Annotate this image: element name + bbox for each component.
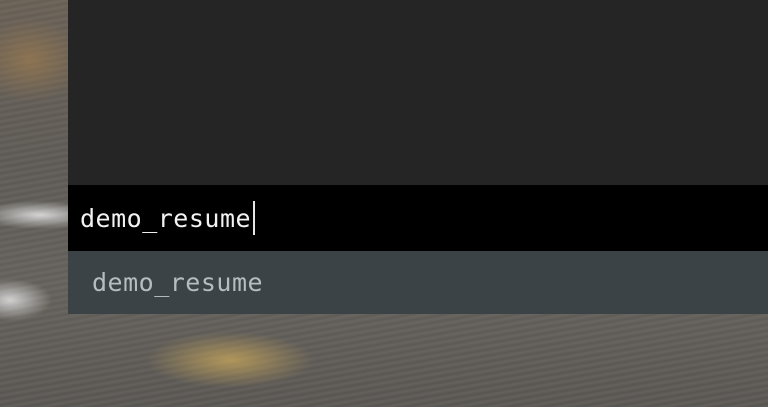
- console-input-field[interactable]: demo_resume: [68, 185, 768, 251]
- console-output-area: [68, 0, 768, 185]
- console-input-text: demo_resume: [80, 203, 252, 233]
- text-caret: [253, 201, 256, 235]
- developer-console: demo_resume demo_resume: [68, 0, 768, 314]
- autocomplete-suggestion[interactable]: demo_resume: [68, 251, 768, 314]
- autocomplete-list: demo_resume: [68, 251, 768, 314]
